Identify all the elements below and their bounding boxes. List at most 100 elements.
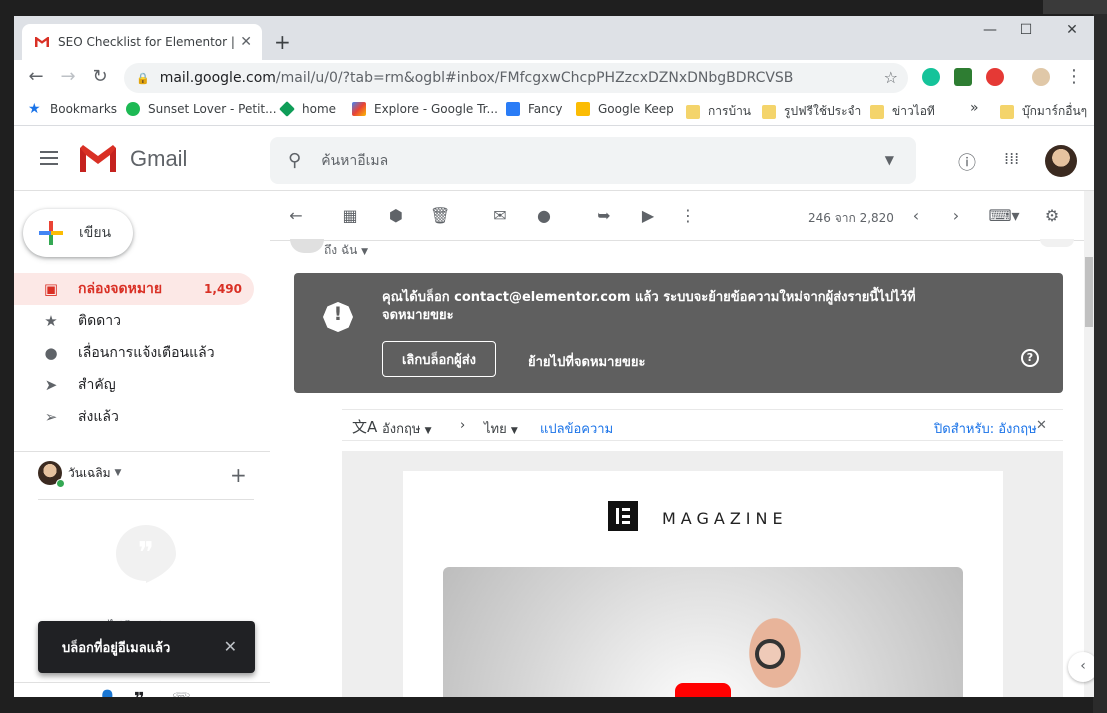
bookmark-item[interactable]: Sunset Lover - Petit... [126, 102, 277, 116]
close-translate-icon[interactable]: ✕ [1036, 418, 1047, 433]
snooze-icon[interactable]: ● [534, 206, 554, 225]
newsletter-card: MAGAZINE [403, 471, 1003, 697]
forward-arrow-icon[interactable]: → [56, 66, 80, 87]
online-status-icon [56, 479, 65, 488]
snackbar-message: บล็อกที่อยู่อีเมลแล้ว [62, 640, 171, 656]
delete-icon[interactable]: 🗑 [430, 206, 450, 225]
to-line[interactable]: ถึง ฉัน ▼ [324, 241, 368, 260]
grammarly-icon[interactable] [922, 68, 940, 86]
adblock-icon[interactable] [986, 68, 1004, 86]
gmail-wordmark: Gmail [130, 145, 188, 171]
help-icon[interactable]: ? [1021, 349, 1039, 367]
bookmark-star-icon[interactable]: ☆ [884, 68, 898, 87]
apps-grid-icon[interactable]: ⁞⁞⁞ [1004, 149, 1019, 168]
other-bookmarks[interactable]: บุ๊กมาร์กอื่นๆ [1000, 102, 1087, 121]
gmail-logo[interactable]: Gmail [80, 145, 187, 172]
target-language-select[interactable]: ไทย ▼ [484, 418, 518, 439]
back-to-inbox-icon[interactable]: ← [286, 206, 306, 225]
new-chat-icon[interactable]: + [230, 463, 247, 487]
phone-icon[interactable]: ☏ [172, 689, 191, 697]
compose-button[interactable]: เขียน [23, 209, 133, 257]
more-options-icon[interactable]: ⋮ [678, 206, 698, 225]
main-menu-icon[interactable] [40, 151, 58, 165]
browser-tab[interactable]: SEO Checklist for Elementor | Ma ✕ [22, 24, 262, 60]
move-to-spam-button[interactable]: ย้ายไปที่จดหมายขยะ [528, 351, 646, 372]
support-icon[interactable]: ⓘ [958, 149, 976, 175]
scrollbar[interactable] [1084, 191, 1094, 697]
bookmark-folder[interactable]: ข่าวไอที [870, 102, 935, 121]
bookmark-item[interactable]: ★ Bookmarks [28, 102, 117, 116]
person-icon[interactable]: 👤 [98, 689, 117, 697]
send-icon: ➢ [44, 408, 58, 426]
input-tools-icon[interactable]: ⌨▾ [984, 206, 1024, 225]
maximize-icon[interactable]: ☐ [1006, 22, 1046, 38]
bookmark-label: ข่าวไอที [892, 104, 935, 118]
older-chevron-icon[interactable]: › [946, 206, 966, 225]
bookmark-label: home [302, 102, 337, 116]
bookmark-item[interactable]: Fancy [506, 102, 562, 116]
translate-message-link[interactable]: แปลข้อความ [540, 418, 613, 439]
search-bar[interactable]: ⚲ ค้นหาอีเมล ▼ [270, 137, 916, 184]
search-icon[interactable]: ⚲ [288, 150, 301, 171]
hangouts-avatar [38, 461, 65, 488]
move-to-icon[interactable]: ➥ [594, 206, 614, 225]
turn-off-translate-link[interactable]: ปิดสำหรับ: อังกฤษ [934, 418, 1037, 439]
search-input[interactable]: ค้นหาอีเมล [321, 150, 388, 172]
newer-chevron-icon[interactable]: ‹ [906, 206, 926, 225]
nav-inbox[interactable]: ▣ กล่องจดหมาย 1,490 [14, 273, 254, 305]
translate-bar: 文A อังกฤษ ▼ › ไทย ▼ แปลข้อความ ปิดสำหรับ… [342, 409, 1063, 441]
clock-icon: ● [44, 344, 58, 362]
profile-icon[interactable] [1032, 68, 1050, 86]
sidebar-bottom-divider [14, 682, 270, 683]
report-spam-icon[interactable]: ⬢ [386, 206, 406, 225]
nav-important[interactable]: ➤ สำคัญ [14, 369, 254, 401]
sender-avatar [290, 239, 324, 253]
nav-snoozed[interactable]: ● เลื่อนการแจ้งเตือนแล้ว [14, 337, 254, 369]
star-icon: ★ [28, 101, 41, 117]
archive-icon[interactable]: ▦ [340, 206, 360, 225]
gmail-favicon-icon [35, 37, 49, 47]
target-language: ไทย [484, 422, 507, 437]
window-close-icon[interactable]: ✕ [1052, 22, 1092, 38]
mark-unread-icon[interactable]: ✉ [490, 206, 510, 225]
bookmark-item[interactable]: home [279, 101, 337, 117]
account-avatar[interactable] [1045, 145, 1077, 177]
back-arrow-icon[interactable]: ← [24, 66, 48, 87]
bookmarks-overflow[interactable]: » [970, 100, 979, 116]
blocked-sender-banner: ! คุณได้บล็อก contact@elementor.com แล้ว… [294, 273, 1063, 393]
scrollbar-thumb[interactable] [1085, 257, 1093, 327]
reload-icon[interactable]: ↻ [88, 66, 112, 87]
tab-close-icon[interactable]: ✕ [240, 34, 252, 50]
settings-gear-icon[interactable]: ⚙ [1042, 206, 1062, 225]
tab-strip: SEO Checklist for Elementor | Ma ✕ + — ☐… [14, 16, 1094, 60]
nav-starred[interactable]: ★ ติดดาว [14, 305, 254, 337]
new-tab-icon[interactable]: + [274, 30, 291, 54]
snackbar-close-icon[interactable]: ✕ [224, 637, 237, 656]
unblock-sender-button[interactable]: เลิกบล็อกผู้ส่ง [382, 341, 496, 377]
bookmark-folder[interactable]: การบ้าน [686, 102, 751, 121]
side-panel-toggle-icon[interactable]: ‹ [1068, 652, 1094, 682]
hangouts-icon[interactable]: ❞ [134, 689, 145, 697]
important-icon: ➤ [44, 376, 58, 394]
source-language-select[interactable]: อังกฤษ ▼ [382, 418, 432, 439]
youtube-play-icon[interactable] [675, 683, 731, 697]
extension-globe-icon[interactable] [954, 68, 972, 86]
video-thumbnail[interactable] [443, 567, 963, 697]
feedly-icon [279, 101, 295, 117]
hangouts-user[interactable]: วันเฉลิม ▼ [38, 461, 121, 488]
bookmark-item[interactable]: Google Keep [576, 102, 674, 116]
bookmark-label: Bookmarks [50, 102, 118, 116]
gmail-header: Gmail ⚲ ค้นหาอีเมล ▼ ⓘ ⁞⁞⁞ [14, 127, 1094, 191]
label-icon[interactable]: ▶ [638, 206, 658, 225]
minimize-icon[interactable]: — [970, 22, 1010, 38]
nav-sent[interactable]: ➢ ส่งแล้ว [14, 401, 254, 433]
address-bar[interactable]: 🔒 mail.google.com/mail/u/0/?tab=rm&ogbl#… [124, 63, 908, 93]
bookmark-item[interactable]: Explore - Google Tr... [352, 102, 498, 116]
bookmark-folder[interactable]: รูปฟรีใช้ประจำ [762, 102, 861, 121]
search-options-icon[interactable]: ▼ [885, 153, 894, 167]
folder-icon [762, 104, 776, 119]
unread-count: 1,490 [204, 282, 242, 296]
chevron-down-icon: ▼ [424, 426, 432, 436]
chrome-menu-icon[interactable]: ⋮ [1062, 66, 1086, 87]
tab-title: SEO Checklist for Elementor | Ma [58, 35, 235, 49]
